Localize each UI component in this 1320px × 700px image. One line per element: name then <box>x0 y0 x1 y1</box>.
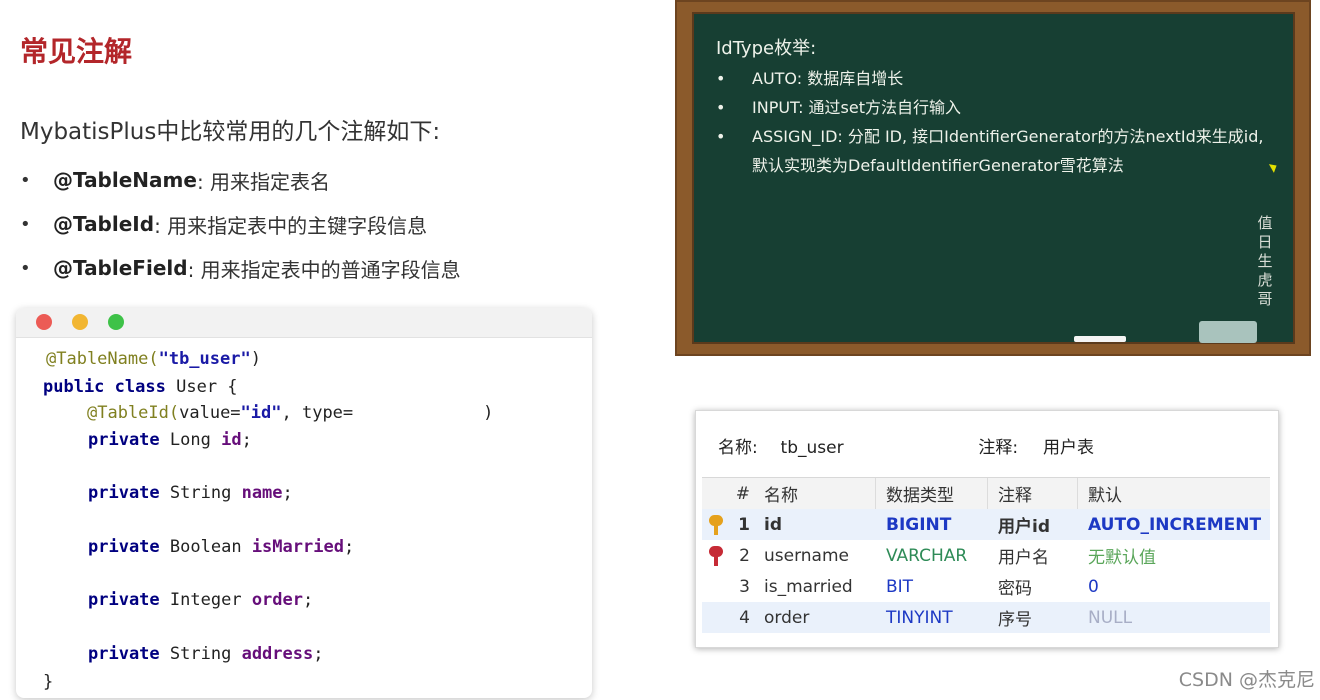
blackboard: IdType枚举: • AUTO: 数据库自增长 • INPUT: 通过set方法自… <box>692 12 1295 344</box>
code-line: public class User { <box>43 377 238 397</box>
annotation-item: • @TableField : 用来指定表中的普通字段信息 <box>20 246 461 290</box>
header-num: # <box>735 483 750 504</box>
annotation-list: • @TableName : 用来指定表名 • @TableId : 用来指定表… <box>20 158 461 290</box>
code-line: private String address; <box>88 644 324 664</box>
blackboard-frame: IdType枚举: • AUTO: 数据库自增长 • INPUT: 通过set方法自… <box>675 0 1311 356</box>
annotation-item: • @TableName : 用来指定表名 <box>20 158 461 202</box>
table-structure-panel: 名称: tb_user 注释: 用户表 # 名称 数据类型 注释 默认 1 id… <box>695 410 1279 648</box>
minimize-dot-icon <box>72 314 88 330</box>
csdn-watermark: CSDN @杰克尼 <box>1178 669 1315 691</box>
slide-title: 常见注解 <box>20 35 133 68</box>
board-eraser <box>1199 321 1257 343</box>
code-line: private String name; <box>88 483 293 503</box>
annotation-name: @TableId <box>53 212 155 236</box>
slide-intro: MybatisPlus中比较常用的几个注解如下: <box>20 119 441 145</box>
columns-table: # 名称 数据类型 注释 默认 1 id BIGINT 用户id AUTO_IN… <box>702 477 1270 633</box>
annotation-desc: : 用来指定表中的普通字段信息 <box>187 257 461 282</box>
blackboard-text: IdType枚举: • AUTO: 数据库自增长 • INPUT: 通过set方法自… <box>716 34 1264 180</box>
table-name-value: tb_user <box>780 438 844 458</box>
table-name-label: 名称: <box>718 438 758 458</box>
blackboard-item-continuation: 默认实现类为DefaultIdentifierGenerator雪花算法 <box>752 156 1124 175</box>
code-window: @TableName("tb_user") public class User … <box>16 308 592 698</box>
bullet-marker: • <box>20 169 31 191</box>
header-name[interactable]: 名称 <box>752 478 876 509</box>
blackboard-item: • INPUT: 通过set方法自行输入 <box>716 98 961 117</box>
code-window-titlebar <box>16 308 592 338</box>
table-info: 名称: tb_user 注释: 用户表 <box>718 433 1094 458</box>
table-row[interactable]: 4 order TINYINT 序号 NULL <box>702 602 1270 633</box>
mouse-cursor-icon <box>1268 161 1280 173</box>
unique-key-icon <box>709 545 723 566</box>
header-type[interactable]: 数据类型 <box>876 478 988 509</box>
code-line: private Boolean isMarried; <box>88 537 355 557</box>
bullet-marker: • <box>20 257 31 279</box>
annotation-desc: : 用来指定表中的主键字段信息 <box>154 213 428 238</box>
chalk-signature: 值日生虎哥 <box>1257 214 1273 308</box>
table-row[interactable]: 2 username VARCHAR 用户名 无默认值 <box>702 540 1270 571</box>
blackboard-item: • AUTO: 数据库自增长 <box>716 69 904 88</box>
close-dot-icon <box>36 314 52 330</box>
code-line: @TableName("tb_user") <box>46 349 261 369</box>
blackboard-item: • ASSIGN_ID: 分配 ID, 接口IdentifierGenerator… <box>716 127 1264 146</box>
table-comment-value: 用户表 <box>1042 438 1094 458</box>
annotation-name: @TableName <box>53 168 197 192</box>
code-line: } <box>43 672 54 692</box>
code-line: private Integer order; <box>88 590 314 610</box>
maximize-dot-icon <box>108 314 124 330</box>
code-line: private Long id; <box>88 430 252 450</box>
annotation-name: @TableField <box>53 256 188 280</box>
table-comment-label: 注释: <box>978 438 1019 458</box>
annotation-desc: : 用来指定表名 <box>196 169 331 194</box>
blackboard-heading: IdType枚举: <box>716 38 817 59</box>
primary-key-icon <box>709 514 723 535</box>
table-row[interactable]: 1 id BIGINT 用户id AUTO_INCREMENT <box>702 509 1270 540</box>
bullet-marker: • <box>20 213 31 235</box>
table-header-row: # 名称 数据类型 注释 默认 <box>702 478 1270 509</box>
annotation-item: • @TableId : 用来指定表中的主键字段信息 <box>20 202 461 246</box>
header-comment[interactable]: 注释 <box>988 478 1078 509</box>
chalk-stick <box>1074 336 1126 342</box>
header-default[interactable]: 默认 <box>1078 478 1270 509</box>
code-line: @TableId(value="id", type=) <box>87 403 494 423</box>
table-row[interactable]: 3 is_married BIT 密码 0 <box>702 571 1270 602</box>
